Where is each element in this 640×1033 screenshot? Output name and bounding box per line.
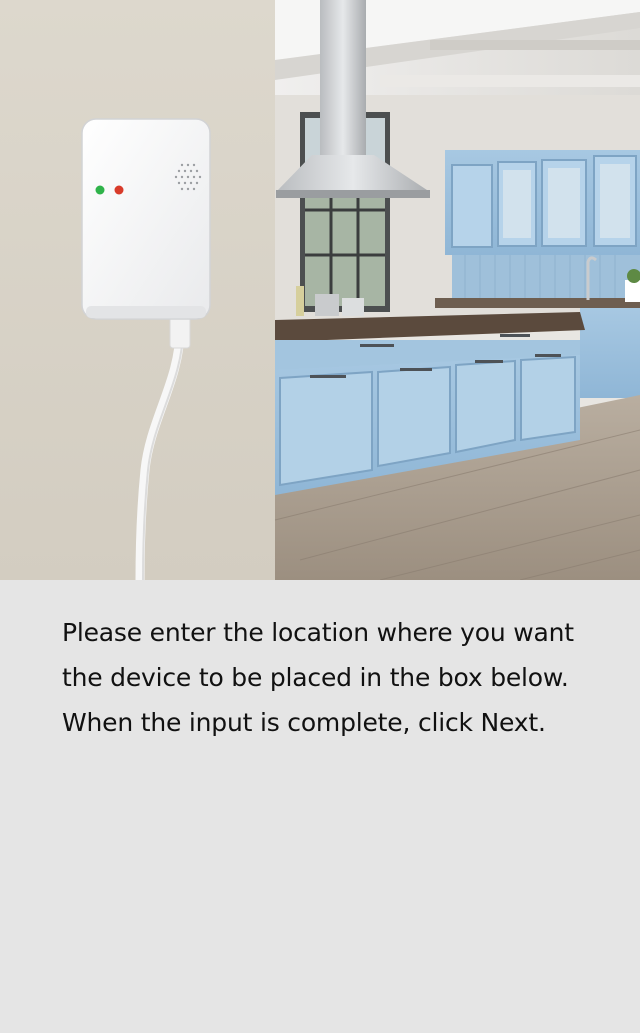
kitchen-illustration: [0, 0, 640, 580]
status-led-red: [114, 185, 124, 195]
status-led-green: [95, 185, 105, 195]
instruction-text: Please enter the location where you want…: [62, 618, 574, 737]
instruction-panel: Please enter the location where you want…: [0, 580, 640, 1033]
range-hood: [320, 0, 366, 160]
kitchen-scene: [274, 0, 640, 580]
hero-image: [0, 0, 640, 580]
